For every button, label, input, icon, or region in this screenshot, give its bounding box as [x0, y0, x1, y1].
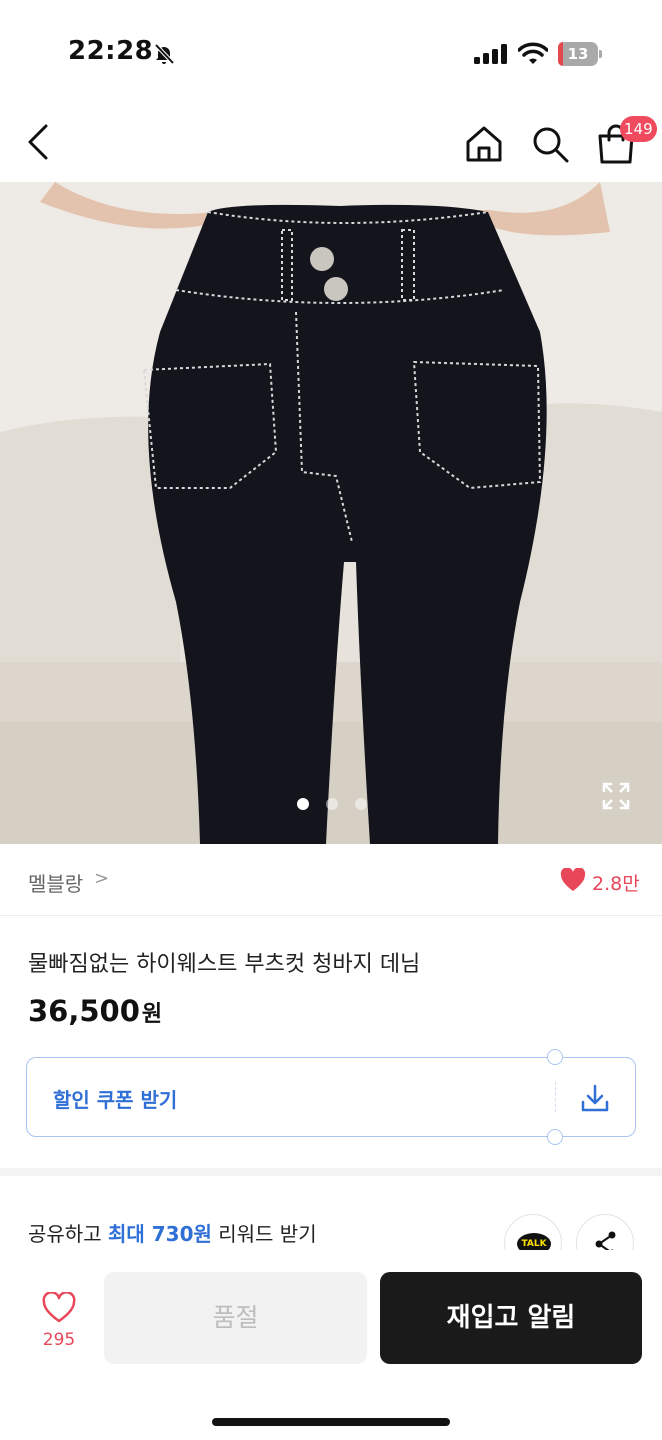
- soldout-button[interactable]: 품절: [104, 1272, 367, 1364]
- brand-link[interactable]: 멜블랑: [28, 868, 83, 897]
- price-value: 36,500: [28, 994, 140, 1028]
- share-highlight: 최대 730원: [107, 1222, 212, 1246]
- product-title: 물빠짐없는 하이웨스트 부츠컷 청바지 데님: [28, 952, 421, 977]
- share-reward-text: 공유하고 최대 730원 리워드 받기: [28, 1218, 317, 1247]
- cart-count-badge: 149: [620, 116, 657, 142]
- expand-icon[interactable]: [600, 780, 632, 812]
- home-icon[interactable]: [462, 122, 506, 166]
- home-indicator: [212, 1418, 450, 1426]
- status-time: 22:28: [68, 36, 154, 66]
- brand-row: 멜블랑 > 2.8만: [0, 844, 662, 916]
- battery-percent: 13: [567, 45, 589, 63]
- coupon-notch-bottom: [547, 1129, 563, 1145]
- chevron-right-icon: >: [94, 868, 110, 889]
- top-nav: 149: [0, 104, 662, 182]
- like-count: 2.8만: [592, 873, 640, 895]
- battery-cap: [599, 50, 602, 58]
- section-divider: [0, 1168, 662, 1176]
- price: 36,500원: [28, 994, 162, 1028]
- status-bar: 22:28 13: [0, 0, 662, 104]
- coupon-divider: [555, 1082, 556, 1112]
- bottom-action-bar: 295 품절 재입고 알림: [0, 1250, 662, 1440]
- product-photo: [0, 182, 662, 844]
- price-unit: 원: [141, 1002, 163, 1027]
- restock-alert-button[interactable]: 재입고 알림: [380, 1272, 642, 1364]
- pagination-dot-2[interactable]: [326, 798, 338, 810]
- share-suffix: 리워드 받기: [211, 1222, 317, 1246]
- search-icon[interactable]: [528, 122, 572, 166]
- coupon-download-button[interactable]: 할인 쿠폰 받기: [26, 1049, 636, 1145]
- battery-icon: 13: [558, 42, 602, 66]
- heart-outline-icon[interactable]: [42, 1292, 76, 1324]
- pagination-dot-1[interactable]: [297, 798, 309, 810]
- coupon-label: 할인 쿠폰 받기: [53, 1088, 178, 1112]
- share-prefix: 공유하고: [28, 1222, 108, 1246]
- product-image-gallery[interactable]: [0, 182, 662, 844]
- pagination-dot-3[interactable]: [355, 798, 367, 810]
- gallery-pagination: [0, 798, 662, 814]
- wish-count: 295: [42, 1330, 76, 1350]
- download-icon[interactable]: [579, 1082, 611, 1114]
- cellular-signal-icon: [474, 44, 507, 64]
- coupon-notch-top: [547, 1049, 563, 1065]
- wifi-icon: [518, 42, 548, 64]
- back-chevron-icon[interactable]: [22, 122, 58, 162]
- heart-filled-icon[interactable]: [560, 868, 586, 892]
- bell-off-icon: [154, 43, 175, 65]
